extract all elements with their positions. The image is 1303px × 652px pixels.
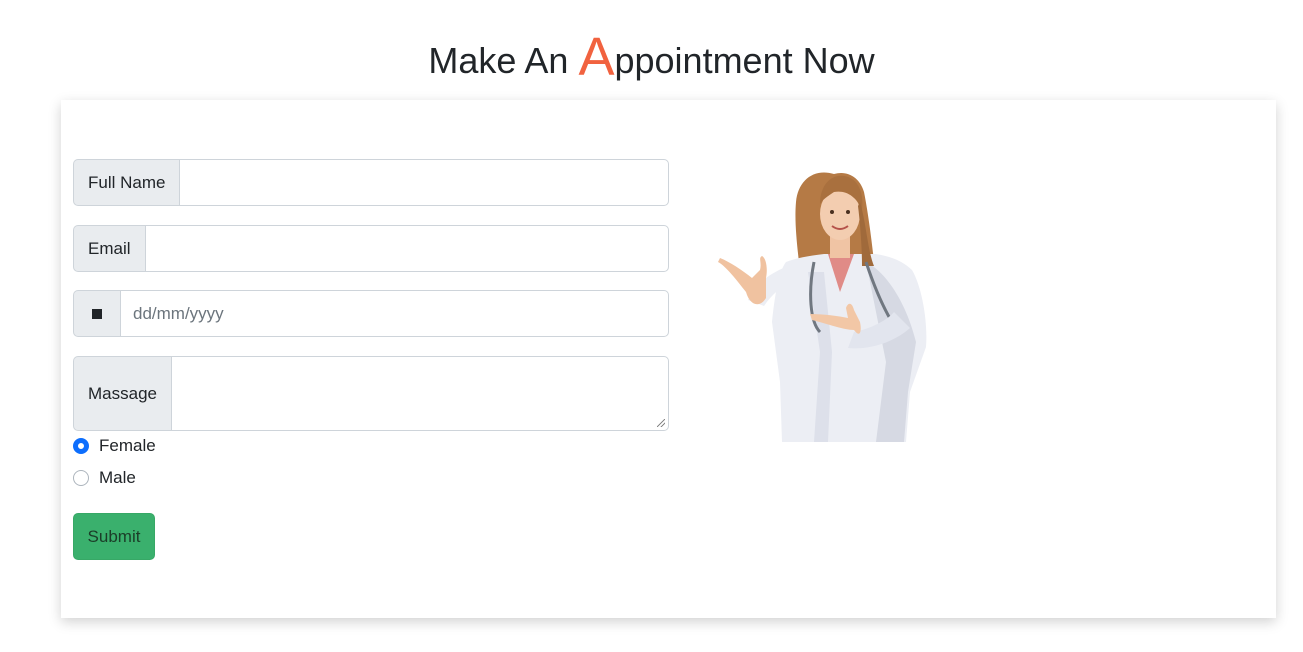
date-input[interactable] bbox=[120, 290, 669, 337]
message-label: Massage bbox=[73, 356, 171, 431]
title-accent-letter: A bbox=[578, 27, 615, 87]
resize-handle-icon[interactable] bbox=[657, 419, 665, 427]
email-input[interactable] bbox=[144, 225, 669, 272]
radio-male-label: Male bbox=[99, 468, 136, 487]
full-name-label: Full Name bbox=[73, 159, 180, 206]
message-textarea[interactable] bbox=[170, 356, 669, 431]
submit-button[interactable]: Submit bbox=[73, 513, 155, 560]
email-group: Email bbox=[73, 225, 669, 272]
title-prefix: Make An bbox=[428, 40, 579, 81]
radio-male-indicator[interactable] bbox=[73, 470, 89, 486]
radio-male[interactable]: Male bbox=[73, 468, 136, 488]
radio-female-indicator[interactable] bbox=[73, 438, 89, 454]
appointment-card: Full Name Email Massage Female Male bbox=[61, 100, 1276, 618]
radio-female[interactable]: Female bbox=[73, 436, 156, 456]
full-name-input[interactable] bbox=[179, 159, 669, 206]
doctor-pointing-image bbox=[718, 172, 927, 442]
square-glyph-icon bbox=[92, 308, 102, 319]
radio-female-label: Female bbox=[99, 436, 156, 455]
title-suffix: ppointment Now bbox=[614, 40, 875, 81]
email-label: Email bbox=[73, 225, 145, 272]
page-title: Make An Appointment Now bbox=[0, 22, 1303, 96]
full-name-group: Full Name bbox=[73, 159, 669, 206]
date-group bbox=[73, 290, 669, 337]
appointment-form: Full Name Email Massage Female Male bbox=[73, 159, 669, 487]
message-group: Massage bbox=[73, 356, 669, 431]
calendar-icon bbox=[73, 290, 120, 337]
